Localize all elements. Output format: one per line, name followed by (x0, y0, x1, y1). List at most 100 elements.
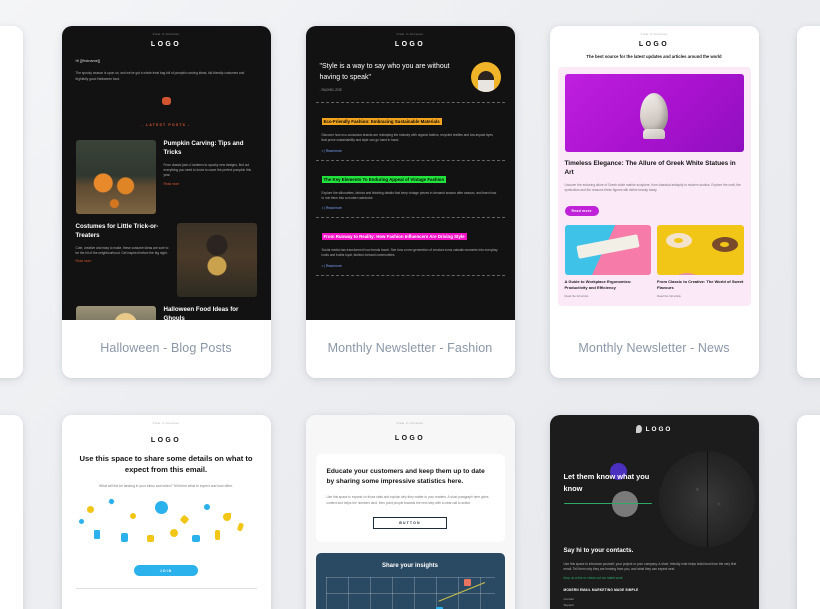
template-row-bottom: View in browser LOGO Use this space to s… (0, 415, 820, 609)
article-title: From Classic to Creative: The World of S… (657, 279, 744, 291)
read-more-link[interactable]: > | Read more (322, 264, 499, 268)
article-headline: The Key Elements To Enduring Appeal of V… (321, 175, 447, 183)
email-logo: LOGO (394, 41, 426, 48)
body-text: Use this space to introduce yourself, yo… (563, 561, 737, 572)
article-meta: Read the full article (657, 294, 681, 299)
article-item[interactable]: The Key Elements To Enduring Appeal of V… (315, 161, 505, 219)
post-body: From classic jack-o'-lanterns to spooky … (163, 162, 252, 178)
template-name: Monthly Newsletter - News (578, 341, 730, 356)
secondary-article-item[interactable]: From Classic to Creative: The World of S… (657, 225, 744, 299)
article-body: Social media has transformed how trends … (321, 248, 498, 258)
quote-text: "Style is a way to say who you are witho… (319, 63, 450, 81)
template-card-statistics-email[interactable]: View in browser LOGO Educate your custom… (305, 415, 515, 609)
feature-title: Timeless Elegance: The Allure of Greek W… (564, 160, 736, 177)
article-body: Explore the silhouettes, fabrics and fin… (321, 190, 497, 200)
cta-button[interactable]: BUTTON (373, 517, 447, 529)
feature-body: Uncover the enduring allure of Greek whi… (564, 182, 741, 192)
email-logo: LOGO (150, 437, 182, 444)
post-title: Pumpkin Carving: Tips and Tricks (163, 139, 244, 156)
template-card-partial-left-bottom[interactable] (0, 415, 23, 609)
post-item[interactable]: Costumes for Little Trick-or-Treaters Cu… (62, 222, 271, 297)
intro-text: The spooky season is upon us, and we've … (75, 71, 245, 81)
feature-image (564, 74, 744, 153)
article-title: A Guide to Workplace Ergonomics: Product… (564, 279, 632, 291)
template-preview (797, 415, 820, 609)
template-card-partial-right-bottom[interactable] (797, 415, 820, 609)
email-logo: LOGO (150, 41, 182, 48)
headline-text: Use this space to share some details on … (79, 454, 253, 475)
article-item[interactable]: Eco-Friendly Fashion: Embracing Sustaina… (315, 102, 505, 161)
template-caption: Monthly Newsletter - Fashion (305, 320, 515, 378)
inline-link[interactable]: drop us a line or check out our latest w… (564, 576, 745, 580)
read-more-button[interactable]: Read more (564, 206, 599, 217)
read-more-link[interactable]: > | Read more (322, 149, 499, 153)
headline-text: Let them know what you know (563, 472, 650, 493)
read-more-link[interactable]: Read more (164, 182, 257, 186)
email-logo: LOGO (550, 415, 759, 433)
footer-note: MODERN EMAIL MARKETING MADE SIMPLE (563, 587, 639, 592)
template-caption: Monthly Newsletter - News (549, 320, 759, 378)
email-logo: LOGO (394, 435, 426, 442)
subheadline-text: Say hi to your contacts. (563, 547, 634, 554)
insights-panel: Share your insights (315, 553, 505, 609)
subtext: What will the be landing in your inbox a… (99, 483, 233, 488)
template-preview: View in browser LOGO Hi [[firstname]] Th… (61, 26, 271, 320)
template-preview (0, 415, 23, 609)
panel-title: Share your insights (381, 563, 438, 569)
preheader-text: View in browser (396, 32, 424, 36)
feature-block[interactable]: Timeless Elegance: The Allure of Greek W… (557, 67, 751, 306)
template-card-monthly-newsletter-news[interactable]: View in browser LOGO The best source for… (549, 26, 759, 378)
template-preview (0, 26, 23, 320)
chart-line (437, 582, 485, 602)
template-card-say-hi-contacts[interactable]: LOGO Let them know what you know Say hi … (549, 415, 759, 609)
template-card-halloween-blog-posts[interactable]: View in browser LOGO Hi [[firstname]] Th… (61, 26, 271, 378)
avatar (470, 62, 501, 92)
template-name: Halloween - Blog Posts (100, 341, 232, 356)
post-item[interactable]: Pumpkin Carving: Tips and Tricks From cl… (62, 139, 271, 214)
article-thumbnail (564, 225, 651, 276)
article-headline: Eco-Friendly Fashion: Embracing Sustaina… (321, 118, 442, 125)
join-button[interactable]: JOIN (134, 565, 198, 577)
post-item[interactable]: Halloween Food Ideas for Ghouls (62, 305, 271, 320)
post-body: Cute, creative and easy to make, these c… (75, 245, 169, 256)
template-caption (797, 320, 820, 378)
preheader-text: View in browser (152, 32, 180, 36)
read-more-link[interactable]: > | Read more (322, 206, 499, 210)
template-preview: View in browser LOGO Use this space to s… (61, 415, 271, 609)
template-preview: View in browser LOGO Educate your custom… (305, 415, 515, 609)
template-row-top: View in browser LOGO Hi [[firstname]] Th… (0, 26, 820, 378)
brain-illustration (658, 451, 755, 547)
section-label: - LATEST POSTS - (141, 122, 191, 127)
article-headline: From Runway to Reality: How Fashion Infl… (321, 233, 467, 241)
template-caption (0, 320, 23, 378)
preheader-text: View in browser (152, 421, 180, 425)
template-card-share-details-email[interactable]: View in browser LOGO Use this space to s… (61, 415, 271, 609)
statistics-block: Educate your customers and keep them up … (315, 454, 505, 542)
template-gallery: View in browser LOGO Hi [[firstname]] Th… (0, 0, 820, 609)
read-more-link[interactable]: Read more (76, 259, 169, 263)
footer-link[interactable]: Contact (564, 597, 745, 601)
line-chart (325, 577, 495, 609)
footer-link[interactable]: Support (564, 603, 745, 607)
preheader-text: View in browser (396, 421, 424, 425)
body-text: Use this space to expand on those stats … (326, 495, 489, 505)
template-card-monthly-newsletter-fashion[interactable]: View in browser LOGO "Style is a way to … (305, 26, 515, 378)
template-card-partial-left-top[interactable] (0, 26, 23, 378)
article-item[interactable]: From Runway to Reality: How Fashion Infl… (315, 218, 505, 276)
preheader-text: View in browser (640, 32, 668, 36)
headline-text: Educate your customers and keep them up … (326, 468, 485, 486)
doodle-illustration (72, 495, 261, 555)
greeting-text: Hi [[firstname]] (75, 59, 100, 63)
divider (75, 588, 257, 590)
template-card-partial-right-top[interactable] (797, 26, 820, 378)
statue-icon (640, 93, 668, 134)
tagline-text: The best source for the latest updates a… (586, 54, 722, 59)
post-thumbnail (75, 139, 156, 214)
email-logo: LOGO (638, 41, 670, 48)
secondary-article-item[interactable]: A Guide to Workplace Ergonomics: Product… (564, 225, 651, 299)
article-body: Discover how eco-conscious brands are re… (321, 133, 493, 143)
template-name: Monthly Newsletter - Fashion (327, 341, 493, 356)
chart-point-high (463, 579, 471, 586)
template-preview: LOGO Let them know what you know Say hi … (549, 415, 759, 609)
post-thumbnail (75, 305, 156, 320)
